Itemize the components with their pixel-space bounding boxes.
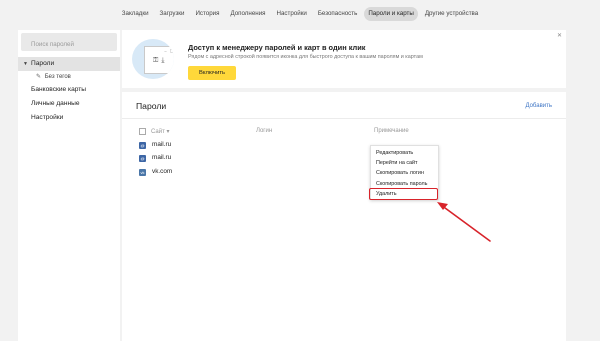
- search-input[interactable]: [21, 35, 117, 54]
- enable-button[interactable]: Включить: [188, 66, 236, 80]
- column-header-login: Логин: [256, 128, 273, 134]
- sidebar-item-label: Без тегов: [44, 74, 71, 80]
- column-header-site[interactable]: Сайт ▾: [151, 128, 170, 135]
- sidebar-item-passwords[interactable]: ▼ Пароли: [18, 57, 120, 71]
- promo-title: Доступ к менеджеру паролей и карт в один…: [188, 43, 366, 52]
- sidebar-item-label: Пароли: [31, 60, 55, 67]
- search-box: [21, 33, 117, 54]
- promo-description: Рядом с адресной строкой появится иконка…: [188, 54, 423, 60]
- sidebar-item-label: Личные данные: [31, 100, 80, 107]
- mailru-favicon: @: [139, 142, 146, 149]
- tab-security[interactable]: Безопасность: [313, 7, 361, 21]
- sidebar-item-bank-cards[interactable]: Банковские карты: [18, 83, 120, 97]
- pencil-icon: ✎: [36, 74, 42, 80]
- sidebar-nav: ▼ Пароли ✎ Без тегов Банковские карты Ли…: [18, 57, 120, 125]
- add-password-link[interactable]: Добавить: [525, 103, 552, 109]
- select-all-checkbox[interactable]: [139, 128, 146, 135]
- tab-history[interactable]: История: [191, 7, 224, 21]
- sidebar-item-no-tags[interactable]: ✎ Без тегов: [18, 71, 120, 83]
- tab-other-devices[interactable]: Другие устройства: [420, 7, 482, 21]
- column-header-note: Примечание: [374, 128, 409, 134]
- top-navigation: Закладки Загрузки История Дополнения Нас…: [0, 7, 600, 23]
- caret-down-icon[interactable]: ▼: [23, 57, 28, 71]
- promo-banner: ✕ – ▢ ✕ ⚿⤓ Доступ к менеджеру паролей и …: [122, 30, 566, 88]
- mailru-favicon: @: [139, 155, 146, 162]
- delete-highlight-box: [369, 188, 438, 200]
- tab-bookmarks[interactable]: Закладки: [117, 7, 153, 21]
- sidebar-item-settings[interactable]: Настройки: [18, 111, 120, 125]
- close-icon[interactable]: ✕: [557, 32, 562, 39]
- passwords-panel: Пароли Добавить Сайт ▾ Логин Примечание …: [122, 92, 566, 341]
- window-controls-icon: – ▢ ✕: [164, 48, 174, 53]
- menu-item-copy-login[interactable]: Скопировать логин: [371, 168, 438, 178]
- menu-item-go-to-site[interactable]: Перейти на сайт: [371, 158, 438, 168]
- key-download-icons: ⚿⤓: [153, 57, 168, 64]
- site-name: mail.ru: [152, 141, 172, 148]
- page-title: Пароли: [136, 101, 167, 111]
- divider: [122, 118, 566, 119]
- menu-item-edit[interactable]: Редактировать: [371, 148, 438, 158]
- sidebar-item-label: Банковские карты: [31, 86, 87, 93]
- vk-favicon: vk: [139, 169, 146, 176]
- tab-passwords-and-cards[interactable]: Пароли и карты: [363, 7, 419, 21]
- browser-window-illustration: – ▢ ✕ ⚿⤓: [144, 46, 174, 74]
- tab-settings[interactable]: Настройки: [272, 7, 311, 21]
- site-name: vk.com: [152, 168, 173, 175]
- tab-downloads[interactable]: Загрузки: [155, 7, 189, 21]
- promo-illustration: – ▢ ✕ ⚿⤓: [132, 39, 174, 79]
- tab-extensions[interactable]: Дополнения: [226, 7, 270, 21]
- site-name: mail.ru: [152, 154, 172, 161]
- sidebar-item-personal-data[interactable]: Личные данные: [18, 97, 120, 111]
- sidebar: ▼ Пароли ✎ Без тегов Банковские карты Ли…: [18, 30, 120, 341]
- sidebar-item-label: Настройки: [31, 114, 64, 121]
- column-header-label: Сайт: [151, 129, 165, 135]
- sort-caret-icon: ▾: [166, 129, 170, 135]
